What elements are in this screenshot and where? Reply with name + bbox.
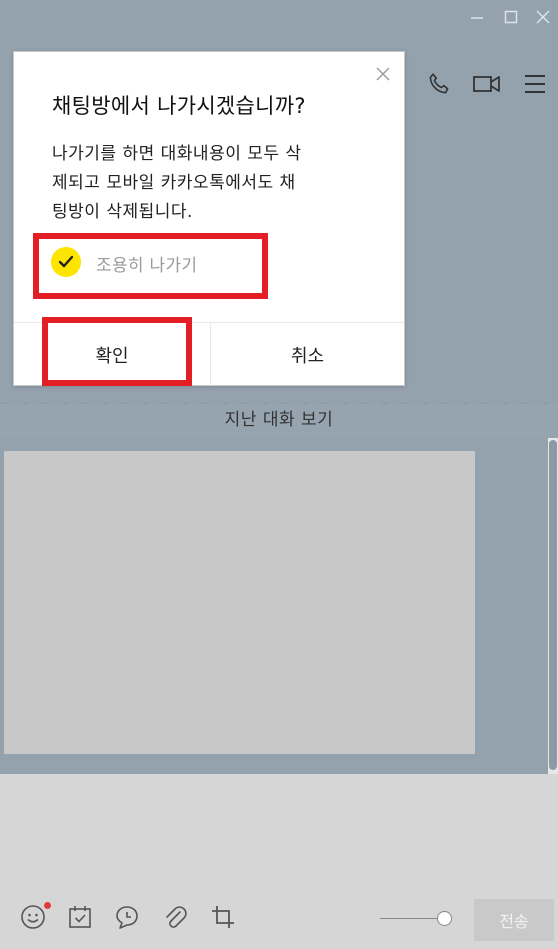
scrollbar-thumb[interactable] (549, 440, 557, 770)
maximize-icon[interactable] (500, 6, 522, 28)
chat-bubble-icon[interactable] (112, 902, 142, 932)
phone-icon[interactable] (423, 68, 455, 100)
send-button[interactable]: 전송 (474, 899, 554, 941)
font-size-slider-knob[interactable] (437, 911, 452, 926)
highlight-box-quiet-leave (33, 233, 268, 299)
font-size-slider-track[interactable] (380, 918, 444, 919)
attachment-icon[interactable] (160, 902, 190, 932)
cancel-button[interactable]: 취소 (211, 323, 404, 386)
video-call-icon[interactable] (471, 68, 503, 100)
chat-image-placeholder[interactable] (4, 451, 475, 754)
highlight-box-confirm (42, 317, 192, 386)
calendar-icon[interactable] (65, 902, 95, 932)
close-icon[interactable] (372, 63, 394, 85)
notification-dot (44, 902, 51, 909)
close-window-icon[interactable] (532, 6, 554, 28)
dialog-title: 채팅방에서 나가시겠습니까? (52, 94, 306, 118)
menu-icon[interactable] (519, 68, 551, 100)
minimize-icon[interactable] (466, 6, 488, 28)
past-conversation-bar[interactable]: 지난 대화 보기 (0, 404, 558, 438)
crop-icon[interactable] (208, 902, 238, 932)
dialog-message: 나가기를 하면 대화내용이 모두 삭 제되고 모바일 카카오톡에서도 채 팅방이… (52, 144, 302, 222)
